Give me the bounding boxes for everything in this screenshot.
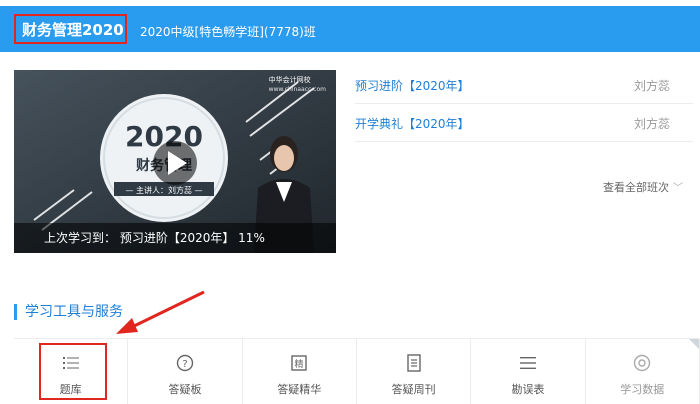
document-icon bbox=[404, 353, 424, 373]
school-logo: 中华会计网校 www.chinaacc.com bbox=[268, 76, 326, 93]
menu-icon bbox=[518, 353, 538, 373]
tool-qa-weekly[interactable]: 答疑周刊 bbox=[357, 339, 472, 404]
tool-label: 学习数据 bbox=[620, 383, 665, 396]
tool-label: 答疑精华 bbox=[277, 383, 322, 396]
tool-label: 勘误表 bbox=[511, 383, 545, 396]
lesson-teacher: 刘方蕊 bbox=[634, 117, 671, 131]
class-name: 2020中级[特色畅学班](7778)班 bbox=[140, 25, 316, 39]
lesson-title[interactable]: 预习进阶【2020年】 bbox=[355, 77, 470, 94]
course-header: 财务管理2020 2020中级[特色畅学班](7778)班 bbox=[0, 6, 700, 52]
tool-qa-essence[interactable]: 精 答疑精华 bbox=[243, 339, 357, 404]
question-icon: ? bbox=[175, 353, 195, 373]
svg-text:精: 精 bbox=[295, 358, 304, 370]
tool-errata[interactable]: 勘误表 bbox=[471, 339, 586, 404]
lesson-teacher: 刘方蕊 bbox=[634, 79, 671, 93]
course-title[interactable]: 财务管理2020 bbox=[22, 19, 124, 40]
book-icon: 精 bbox=[289, 353, 309, 373]
tool-label: 答疑板 bbox=[168, 383, 202, 396]
lesson-row[interactable]: 开学典礼【2020年】 刘方蕊 bbox=[355, 104, 693, 142]
lesson-list: 预习进阶【2020年】 刘方蕊 开学典礼【2020年】 刘方蕊 bbox=[355, 66, 693, 142]
question-bank-highlight bbox=[39, 343, 107, 400]
tool-label: 答疑周刊 bbox=[391, 383, 436, 396]
view-all-classes-link[interactable]: 查看全部班次 ﹀ bbox=[603, 179, 683, 195]
corner-fold bbox=[688, 339, 699, 349]
svg-text:?: ? bbox=[182, 359, 187, 370]
tools-grid: 题库 ? 答疑板 精 答疑精华 答疑周刊 勘误表 学习数据 bbox=[14, 338, 700, 404]
last-study-progress: 上次学习到： 预习进阶【2020年】 11% bbox=[14, 223, 336, 253]
disc-icon bbox=[632, 353, 652, 373]
cover-presenter-text: — 主讲人：刘方蕊 — bbox=[125, 185, 202, 195]
chevron-down-icon: ﹀ bbox=[673, 183, 683, 194]
red-arrow-annotation bbox=[116, 290, 205, 334]
lesson-row[interactable]: 预习进阶【2020年】 刘方蕊 bbox=[355, 66, 693, 104]
tool-study-data[interactable]: 学习数据 bbox=[586, 339, 700, 404]
tool-qa-board[interactable]: ? 答疑板 bbox=[128, 339, 243, 404]
video-player[interactable]: 2020 财务管理 — 主讲人：刘方蕊 — 中华会计网校 www.chinaac… bbox=[14, 70, 336, 253]
lesson-title[interactable]: 开学典礼【2020年】 bbox=[355, 115, 470, 132]
view-all-label: 查看全部班次 bbox=[603, 181, 669, 194]
